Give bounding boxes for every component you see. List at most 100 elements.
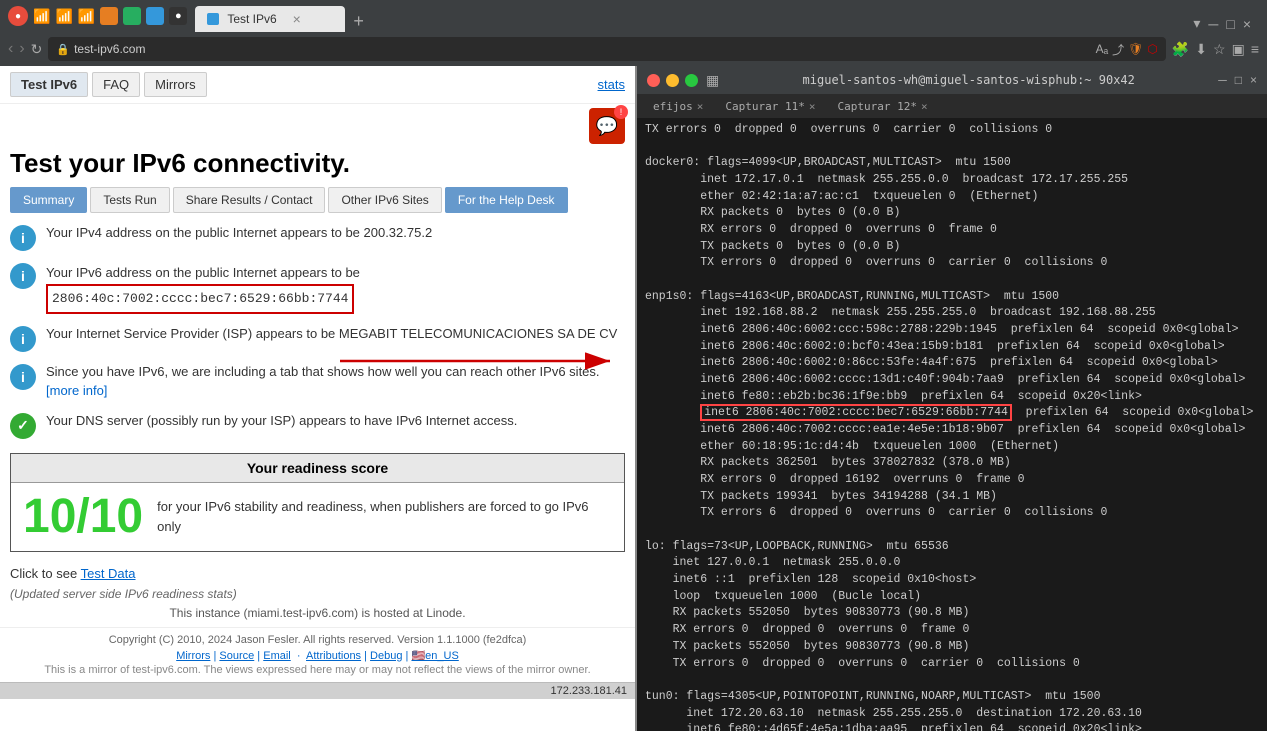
terminal-line: docker0: flags=4099<UP,BROADCAST,MULTICA… <box>645 155 1259 172</box>
footer-copyright: Copyright (C) 2010, 2024 Jason Fesler. A… <box>10 634 625 646</box>
download-button[interactable]: ⬇ <box>1195 41 1207 58</box>
info-item-ipv6: i Your IPv6 address on the public Intern… <box>10 261 625 314</box>
tab-favicon <box>207 13 219 25</box>
terminal-line: TX errors 0 dropped 0 overruns 0 carrier… <box>645 255 1259 272</box>
ipv6-prefix-text: Your IPv6 address on the public Internet… <box>46 265 360 280</box>
terminal-line: inet 192.168.88.2 netmask 255.255.255.0 … <box>645 305 1259 322</box>
info-icon-blue-2: i <box>10 263 36 289</box>
terminal-line: inet 172.17.0.1 netmask 255.255.0.0 broa… <box>645 172 1259 189</box>
terminal-min-btn[interactable] <box>666 74 679 87</box>
footer-mirror-notice: This is a mirror of test-ipv6.com. The v… <box>10 664 625 676</box>
terminal-line: inet6 2806:40c:7002:cccc:ea1e:4e5e:1b18:… <box>645 422 1259 439</box>
refresh-button[interactable]: ↻ <box>31 41 43 58</box>
menu-button[interactable]: ≡ <box>1251 41 1259 57</box>
tab-close-capturar11[interactable]: × <box>809 100 816 113</box>
score-header: Your readiness score <box>11 454 624 483</box>
bookmark-button[interactable]: ☆ <box>1213 41 1226 58</box>
mirrors-link[interactable]: Mirrors <box>176 650 210 662</box>
terminal-line: TX errors 6 dropped 0 overruns 0 carrier… <box>645 505 1259 522</box>
source-link[interactable]: Source <box>219 650 254 662</box>
terminal-line: TX packets 552050 bytes 90830773 (90.8 M… <box>645 639 1259 656</box>
info-text-dns: Your DNS server (possibly run by your IS… <box>46 411 517 431</box>
nav-test-ipv6[interactable]: Test IPv6 <box>10 72 88 97</box>
tab-close-capturar12[interactable]: × <box>921 100 928 113</box>
terminal-line: RX packets 362501 bytes 378027832 (378.0… <box>645 455 1259 472</box>
new-tab-button[interactable]: + <box>345 11 372 32</box>
app-icon-green[interactable] <box>123 7 141 25</box>
footer-links: Mirrors | Source | Email · Attributions … <box>10 649 625 662</box>
info-text-isp: Your Internet Service Provider (ISP) app… <box>46 324 617 344</box>
tab-close-btn[interactable]: × <box>293 11 301 27</box>
terminal-line: RX errors 0 dropped 0 overruns 0 frame 0 <box>645 622 1259 639</box>
nav-back-button[interactable]: ‹ <box>8 40 13 58</box>
terminal-line: RX packets 552050 bytes 90830773 (90.8 M… <box>645 605 1259 622</box>
terminal-line: inet6 2806:40c:6002:0:86cc:53fe:4a4f:675… <box>645 355 1259 372</box>
chat-icon[interactable]: 💬 ! <box>589 108 625 144</box>
tab-close-efijos[interactable]: × <box>697 100 704 113</box>
wifi-icon-3: 📶 <box>78 8 95 25</box>
app-icon-blue[interactable] <box>146 7 164 25</box>
app-icon-github[interactable]: ● <box>169 7 187 25</box>
address-bar-url[interactable]: test-ipv6.com <box>74 42 1092 56</box>
tab-other-ipv6[interactable]: Other IPv6 Sites <box>328 187 441 213</box>
browser-tab-active[interactable]: Test IPv6 × <box>195 6 345 32</box>
info-item-isp: i Your Internet Service Provider (ISP) a… <box>10 324 625 352</box>
extensions-button[interactable]: 🧩 <box>1172 41 1189 58</box>
terminal-line: inet 127.0.0.1 netmask 255.0.0.0 <box>645 555 1259 572</box>
terminal-grid-icon[interactable]: ▦ <box>706 72 719 89</box>
attributions-link[interactable]: Attributions <box>306 650 361 662</box>
taskbar-icon-1[interactable]: ● <box>8 6 28 26</box>
terminal-line: inet6 fe80::eb2b:bc36:1f9e:bb9 prefixlen… <box>645 389 1259 406</box>
terminal-line: TX errors 0 dropped 0 overruns 0 carrier… <box>645 656 1259 673</box>
terminal-line-ipv6-highlighted: inet6 2806:40c:7002:cccc:bec7:6529:66bb:… <box>645 405 1259 422</box>
terminal-line: ether 60:18:95:1c:d4:4b txqueuelen 1000 … <box>645 439 1259 456</box>
info-text-ipv4: Your IPv4 address on the public Internet… <box>46 223 432 243</box>
terminal-tab-capturar12[interactable]: Capturar 12* × <box>827 98 937 115</box>
shield-icon[interactable]: 🛡 <box>1128 42 1143 56</box>
terminal-line: loop txqueuelen 1000 (Bucle local) <box>645 589 1259 606</box>
tab-help-desk[interactable]: For the Help Desk <box>445 187 568 213</box>
terminal-line <box>645 272 1259 289</box>
terminal-line: ether 02:42:1a:a7:ac:c1 txqueuelen 0 (Et… <box>645 189 1259 206</box>
translate-icon[interactable]: Aₐ <box>1096 42 1108 56</box>
share-icon[interactable]: ⤴ <box>1112 41 1124 58</box>
test-data-link[interactable]: Test Data <box>81 566 136 581</box>
nav-faq[interactable]: FAQ <box>92 72 140 97</box>
terminal-line: RX packets 0 bytes 0 (0.0 B) <box>645 205 1259 222</box>
tab-tests-run[interactable]: Tests Run <box>90 187 169 213</box>
terminal-line: inet 172.20.63.10 netmask 255.255.255.0 … <box>645 706 1259 723</box>
terminal-line: TX packets 0 bytes 0 (0.0 B) <box>645 239 1259 256</box>
terminal-max-btn[interactable] <box>685 74 698 87</box>
terminal-line: inet6 fe80::4d65f:4e5a:1dba:aa95 prefixl… <box>645 722 1259 731</box>
tab-label: Test IPv6 <box>227 12 276 26</box>
score-number: 10/10 <box>23 493 143 541</box>
tab-summary[interactable]: Summary <box>10 187 87 213</box>
nav-mirrors[interactable]: Mirrors <box>144 72 206 97</box>
site-heading: Test your IPv6 connectivity. <box>0 144 635 187</box>
terminal-line <box>645 522 1259 539</box>
email-link[interactable]: Email <box>263 650 291 662</box>
adblock-icon[interactable]: ⬡ <box>1147 42 1157 56</box>
lang-link[interactable]: 🇺🇸en_US <box>411 650 458 662</box>
terminal-line: inet6 2806:40c:6002:0:bcf0:43ea:15b9:b18… <box>645 339 1259 356</box>
nav-forward-button[interactable]: › <box>19 40 24 58</box>
info-icon-blue-1: i <box>10 225 36 251</box>
terminal-tab-capturar11[interactable]: Capturar 11* × <box>715 98 825 115</box>
terminal-line: inet6 2806:40c:6002:cccc:13d1:c40f:904b:… <box>645 372 1259 389</box>
score-desc: for your IPv6 stability and readiness, w… <box>157 497 612 536</box>
debug-link[interactable]: Debug <box>370 650 402 662</box>
stats-link[interactable]: stats <box>598 77 625 92</box>
tabs-button[interactable]: ▣ <box>1232 41 1245 58</box>
terminal-line <box>645 139 1259 156</box>
terminal-close-btn[interactable] <box>647 74 660 87</box>
terminal-line: TX packets 199341 bytes 34194288 (34.1 M… <box>645 489 1259 506</box>
ssl-icon: 🔒 <box>56 43 70 56</box>
tab-share-results[interactable]: Share Results / Contact <box>173 187 326 213</box>
terminal-tab-efijos[interactable]: efijos × <box>643 98 713 115</box>
info-icon-green: ✓ <box>10 413 36 439</box>
app-icon-orange[interactable] <box>100 7 118 25</box>
more-info-link[interactable]: [more info] <box>46 383 107 398</box>
wifi-icon-1: 📶 <box>33 8 50 25</box>
info-item-dns: ✓ Your DNS server (possibly run by your … <box>10 411 625 439</box>
status-ip: 172.233.181.41 <box>551 685 627 697</box>
